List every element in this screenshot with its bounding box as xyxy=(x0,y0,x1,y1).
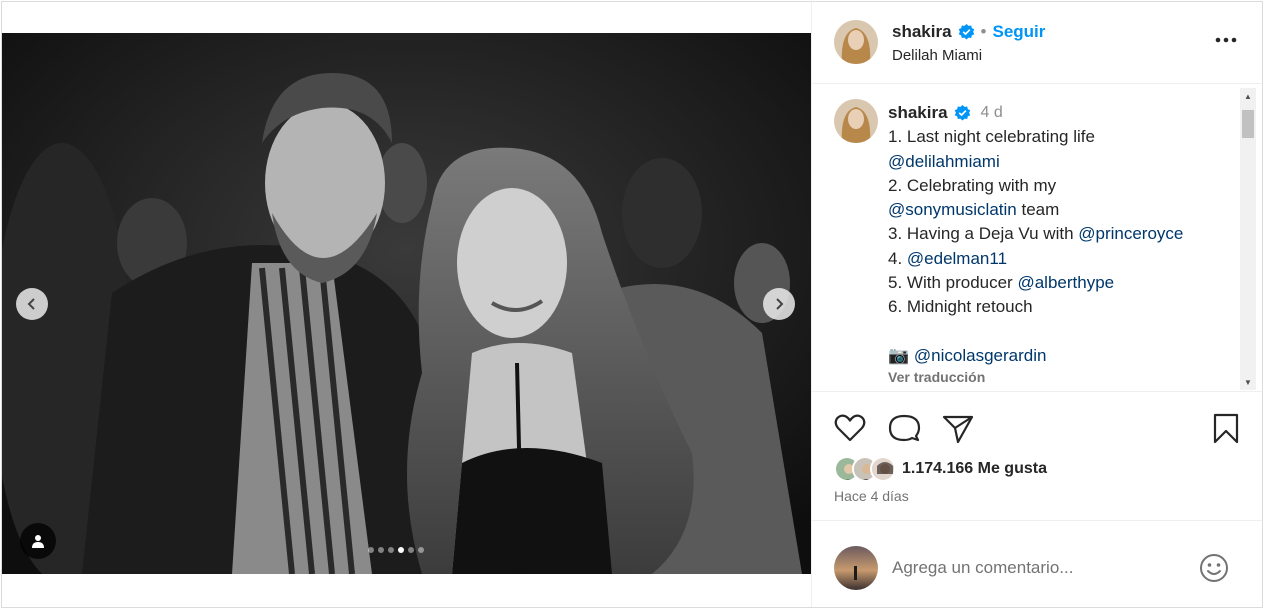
caption-line-text: team xyxy=(1016,200,1060,220)
photo-image xyxy=(2,33,811,574)
caption-scrollbar[interactable]: ▲ ▼ xyxy=(1240,88,1256,390)
more-options-icon[interactable] xyxy=(1212,28,1240,52)
scrollbar-thumb[interactable] xyxy=(1242,110,1254,138)
carousel-indicator xyxy=(368,547,424,553)
author-avatar[interactable] xyxy=(834,20,878,64)
post-date[interactable]: Hace 4 días xyxy=(834,488,909,504)
mention-link[interactable]: @delilahmiami xyxy=(888,152,1000,171)
caption-line-text: 6. Midnight retouch xyxy=(888,297,1033,317)
caption-line: @delilahmiami xyxy=(888,150,1228,174)
caption-line: 2. Celebrating with my xyxy=(888,174,1228,198)
bookmark-icon[interactable] xyxy=(1208,410,1244,446)
avatar-image xyxy=(872,458,894,480)
separator-dot: • xyxy=(980,22,987,41)
mention-link[interactable]: @edelman11 xyxy=(907,249,1007,268)
caption-line-text: 3. Having a Deja Vu with xyxy=(888,224,1079,244)
author-username[interactable]: shakira xyxy=(892,22,952,42)
caption-line: 1. Last night celebrating life xyxy=(888,125,1228,149)
caption-line: @sonymusiclatin team xyxy=(888,198,1228,222)
current-user-avatar xyxy=(834,546,878,590)
caption-header: shakira 4 d xyxy=(888,101,1228,125)
caption-username[interactable]: shakira xyxy=(888,101,948,125)
caption-line-text: 📷 xyxy=(888,345,914,365)
carousel-dot xyxy=(408,547,414,553)
carousel-dot xyxy=(368,547,374,553)
send-icon[interactable] xyxy=(940,410,976,446)
action-bar xyxy=(812,405,1262,451)
scroll-down-arrow-icon[interactable]: ▼ xyxy=(1240,374,1256,390)
likes-count[interactable]: 1.174.166 Me gusta xyxy=(902,460,1047,478)
mention-link[interactable]: @sonymusiclatin xyxy=(888,200,1017,219)
location-link[interactable]: Delilah Miami xyxy=(892,47,982,64)
comment-icon[interactable] xyxy=(886,410,922,446)
caption-line: 5. With producer @alberthype xyxy=(888,271,1228,295)
comment-bar xyxy=(812,520,1262,607)
carousel-dot xyxy=(378,547,384,553)
follow-button[interactable]: Seguir xyxy=(993,22,1046,42)
caption-line-text: 1. Last night celebrating life xyxy=(888,127,1095,147)
tagged-people-button[interactable] xyxy=(20,523,56,559)
caption-section: shakira 4 d 1. Last night celebrating li… xyxy=(812,85,1262,392)
verified-badge-icon xyxy=(954,104,970,121)
caption-line-text: 4. xyxy=(888,248,907,268)
mention-link[interactable]: @princeroyce xyxy=(1078,224,1183,243)
see-translation-link[interactable]: Ver traducción xyxy=(888,369,985,385)
avatar-image xyxy=(834,546,878,590)
caption-line-text: 5. With producer xyxy=(888,273,1018,293)
caption-body: 1. Last night celebrating life @delilahmi… xyxy=(888,125,1228,368)
caption-timestamp[interactable]: 4 d xyxy=(981,101,1003,125)
user-icon xyxy=(32,535,44,548)
author-line: shakira • Seguir xyxy=(892,22,1045,42)
mention-link[interactable]: @alberthype xyxy=(1017,273,1114,292)
likes-summary: 1.174.166 Me gusta xyxy=(834,455,1047,483)
comment-input[interactable] xyxy=(892,555,1192,581)
caption-line: 4. @edelman11 xyxy=(888,247,1228,271)
heart-icon[interactable] xyxy=(832,410,868,446)
mention-link[interactable]: @nicolasgerardin xyxy=(914,346,1047,365)
avatar-image xyxy=(834,99,878,143)
carousel-dot xyxy=(388,547,394,553)
previous-photo-button[interactable] xyxy=(16,288,48,320)
caption-line xyxy=(888,320,1228,344)
chevron-right-icon xyxy=(776,298,784,310)
caption-line-text: 2. Celebrating with my xyxy=(888,175,1057,195)
post-photo[interactable] xyxy=(2,33,811,574)
post-header: shakira • Seguir Delilah Miami xyxy=(812,0,1262,84)
carousel-dot xyxy=(398,547,404,553)
verified-badge-icon xyxy=(958,23,974,39)
caption-line: 📷 @nicolasgerardin xyxy=(888,344,1228,368)
caption-line: 6. Midnight retouch xyxy=(888,295,1228,319)
scroll-up-arrow-icon[interactable]: ▲ xyxy=(1240,88,1256,104)
avatar-image xyxy=(834,20,878,64)
next-photo-button[interactable] xyxy=(763,288,795,320)
caption-author-avatar[interactable] xyxy=(834,99,878,143)
caption-text: shakira 4 d 1. Last night celebrating li… xyxy=(888,101,1228,368)
carousel-dot xyxy=(418,547,424,553)
chevron-left-icon xyxy=(27,298,35,310)
liker-avatar[interactable] xyxy=(870,456,896,482)
emoji-icon[interactable] xyxy=(1198,552,1230,584)
caption-line: 3. Having a Deja Vu with @princeroyce xyxy=(888,222,1228,246)
